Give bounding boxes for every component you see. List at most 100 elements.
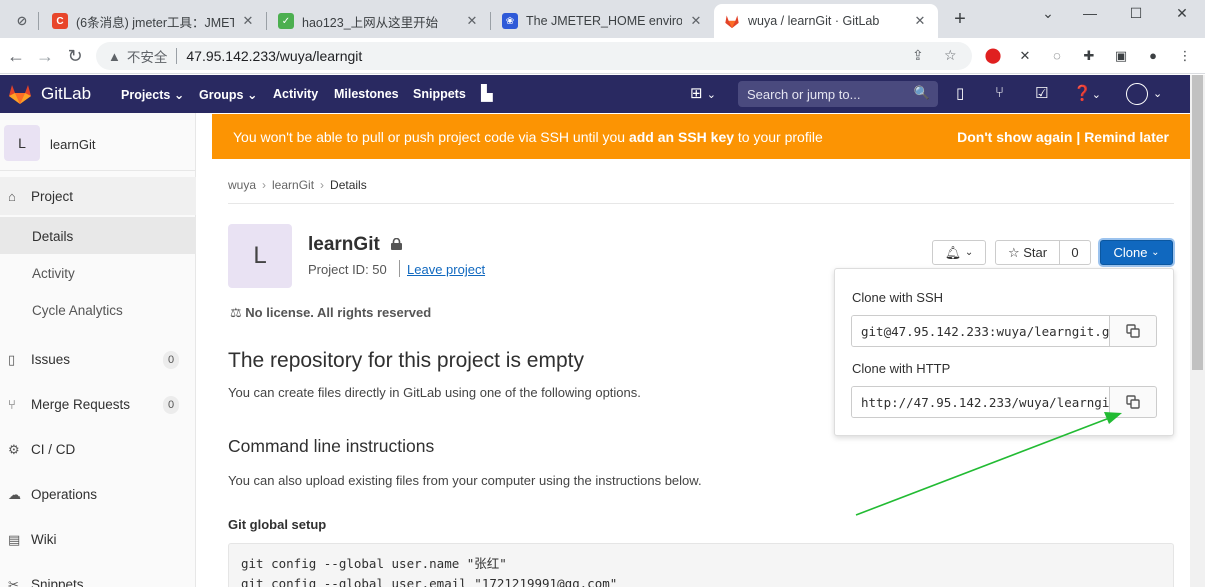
sidebar-item-details[interactable]: Details <box>0 217 196 254</box>
plus-square-icon[interactable]: ⊞ ⌄ <box>690 84 716 102</box>
sidebar-item-label: Snippets <box>31 577 84 587</box>
tab-separator <box>490 12 491 30</box>
nav-snippets[interactable]: Snippets <box>413 87 466 101</box>
address-bar[interactable]: ▲ 不安全 47.95.142.233/wuya/learngit ⇪ ☆ <box>96 42 972 70</box>
clone-http-field[interactable] <box>851 386 1109 418</box>
sidebar-item-issues[interactable]: ▯ Issues 0 <box>0 340 196 377</box>
browser-tab-pinned[interactable]: ⊘ <box>4 4 38 38</box>
sidebar-item-label: CI / CD <box>31 442 76 457</box>
clone-ssh-field[interactable] <box>851 315 1109 347</box>
user-avatar[interactable] <box>1126 83 1148 105</box>
bookmark-star-icon[interactable]: ☆ <box>944 47 957 64</box>
notification-button[interactable]: 🔔︎ ⌄ <box>932 240 986 265</box>
browser-tab-gitlab[interactable]: wuya / learnGit · GitLab ✕ <box>714 4 938 38</box>
star-count[interactable]: 0 <box>1059 240 1091 265</box>
nav-activity[interactable]: Activity <box>273 87 318 101</box>
nav-projects[interactable]: Projects ⌄ <box>121 87 184 102</box>
book-icon: ▤ <box>8 532 21 547</box>
back-arrow-icon[interactable]: ← <box>4 44 28 68</box>
merge-request-icon[interactable]: ⑂ <box>995 84 1004 101</box>
minimize-icon[interactable]: — <box>1067 0 1113 30</box>
nav-groups[interactable]: Groups ⌄ <box>199 87 257 102</box>
maximize-icon[interactable]: ☐ <box>1113 0 1159 30</box>
sidebar-item-label: Issues <box>31 352 71 367</box>
chevron-down-icon[interactable]: ⌄ <box>1153 87 1162 100</box>
clone-http-input[interactable] <box>852 387 1109 417</box>
breadcrumb-details[interactable]: Details <box>330 178 367 192</box>
breadcrumb-wuya[interactable]: wuya <box>228 178 256 192</box>
bell-icon: 🔔︎ <box>944 244 962 260</box>
copy-http-url-button[interactable] <box>1109 386 1157 418</box>
close-icon[interactable]: ✕ <box>688 13 704 29</box>
todo-check-icon[interactable]: ☑ <box>1035 84 1048 102</box>
sidebar-item-ci-cd[interactable]: ⚙ CI / CD <box>0 430 196 467</box>
sidebar-item-label: Wiki <box>31 532 57 547</box>
sidebar-project-header[interactable]: L learnGit <box>0 113 196 171</box>
reload-icon[interactable]: ↻ <box>63 44 87 68</box>
chevron-down-icon: ⌄ <box>246 88 258 102</box>
share-icon[interactable]: ⇪ <box>912 47 924 64</box>
git-global-setup-heading: Git global setup <box>228 517 327 532</box>
sidebar-item-activity[interactable]: Activity <box>0 254 196 291</box>
breadcrumb-learngit[interactable]: learnGit <box>272 178 314 192</box>
browser-tab-csdn[interactable]: C (6条消息) jmeter工具：JMETER ✕ <box>42 4 266 38</box>
close-icon[interactable]: ✕ <box>240 13 256 29</box>
banner-text: to your profile <box>734 129 823 145</box>
insecure-label: 不安全 <box>126 50 168 65</box>
star-button[interactable]: ☆ Star <box>995 240 1060 265</box>
csdn-icon: C <box>52 13 68 29</box>
search-box[interactable]: 🔍 <box>738 81 938 107</box>
tab-separator <box>266 12 267 30</box>
clone-ssh-input[interactable] <box>852 316 1109 346</box>
url-text[interactable]: 47.95.142.233/wuya/learngit <box>186 48 362 64</box>
chart-icon[interactable]: ▙ <box>481 84 493 102</box>
menu-kebab-icon[interactable]: ⋮ <box>1175 46 1195 66</box>
profile-icon[interactable]: ● <box>1143 46 1163 66</box>
tab-title: wuya / learnGit · GitLab <box>748 14 880 28</box>
page-scrollbar[interactable] <box>1190 75 1205 587</box>
sidebar-item-cycle-analytics[interactable]: Cycle Analytics <box>0 291 196 328</box>
page-title: learnGit <box>308 234 380 255</box>
browser-tab-jmeter-home[interactable]: ❀ The JMETER_HOME environme ✕ <box>492 4 714 38</box>
browser-tab-hao123[interactable]: ✓ hao123_上网从这里开始 ✕ <box>268 4 490 38</box>
todo-panel-icon[interactable]: ▯ <box>956 84 964 102</box>
sidebar-item-project[interactable]: ⌂ Project <box>0 177 196 215</box>
license-info: ⚖ No license. All rights reserved <box>230 305 431 321</box>
add-ssh-key-link[interactable]: add an SSH key <box>629 129 734 145</box>
remind-later-link[interactable]: Remind later <box>1084 129 1169 145</box>
rocket-icon: ⚙ <box>8 442 20 457</box>
breadcrumb: wuya › learnGit › Details <box>228 178 367 192</box>
sidebar-item-label: Details <box>32 229 74 244</box>
nav-projects-label: Projects <box>121 88 171 102</box>
project-avatar: L <box>4 125 40 161</box>
leave-project-link[interactable]: Leave project <box>407 262 485 277</box>
close-icon[interactable]: ✕ <box>464 13 480 29</box>
dont-show-again-link[interactable]: Don't show again <box>957 129 1072 145</box>
puzzle-icon[interactable]: ✚ <box>1079 46 1099 66</box>
dev-extension-icon[interactable]: ◌ <box>1047 46 1067 66</box>
search-input[interactable] <box>738 81 938 107</box>
nav-milestones[interactable]: Milestones <box>334 87 399 101</box>
new-tab-icon[interactable]: + <box>948 8 972 32</box>
chevron-down-icon[interactable]: ⌄ <box>1025 0 1071 30</box>
sidebar-item-operations[interactable]: ☁ Operations <box>0 475 196 512</box>
forward-arrow-icon[interactable]: → <box>33 44 57 68</box>
sidebar-item-merge-requests[interactable]: ⑂ Merge Requests 0 <box>0 385 196 422</box>
sidebar-item-label: Cycle Analytics <box>32 303 123 318</box>
git-config-code-block[interactable]: git config --global user.name "张红" git c… <box>228 543 1174 587</box>
sidebar-item-snippets[interactable]: ✂ Snippets <box>0 565 196 587</box>
close-icon[interactable]: ✕ <box>912 13 928 29</box>
sidebar-item-wiki[interactable]: ▤ Wiki <box>0 520 196 557</box>
help-icon[interactable]: ❓⌄ <box>1073 84 1101 102</box>
sidepanel-icon[interactable]: ▣ <box>1111 46 1131 66</box>
opera-extension-icon[interactable]: ⬤ <box>983 46 1003 66</box>
sidebar-item-label: Operations <box>31 487 98 502</box>
window-close-icon[interactable]: ✕ <box>1159 0 1205 30</box>
copy-ssh-url-button[interactable] <box>1109 315 1157 347</box>
scrollbar-thumb[interactable] <box>1192 75 1203 370</box>
gitlab-logo-icon[interactable] <box>8 83 32 105</box>
clone-button[interactable]: Clone ⌄ <box>1100 240 1173 265</box>
x-extension-icon[interactable]: ✕ <box>1015 46 1035 66</box>
gitlab-brand[interactable]: GitLab <box>41 84 91 104</box>
banner-actions: Don't show again | Remind later <box>957 129 1169 145</box>
